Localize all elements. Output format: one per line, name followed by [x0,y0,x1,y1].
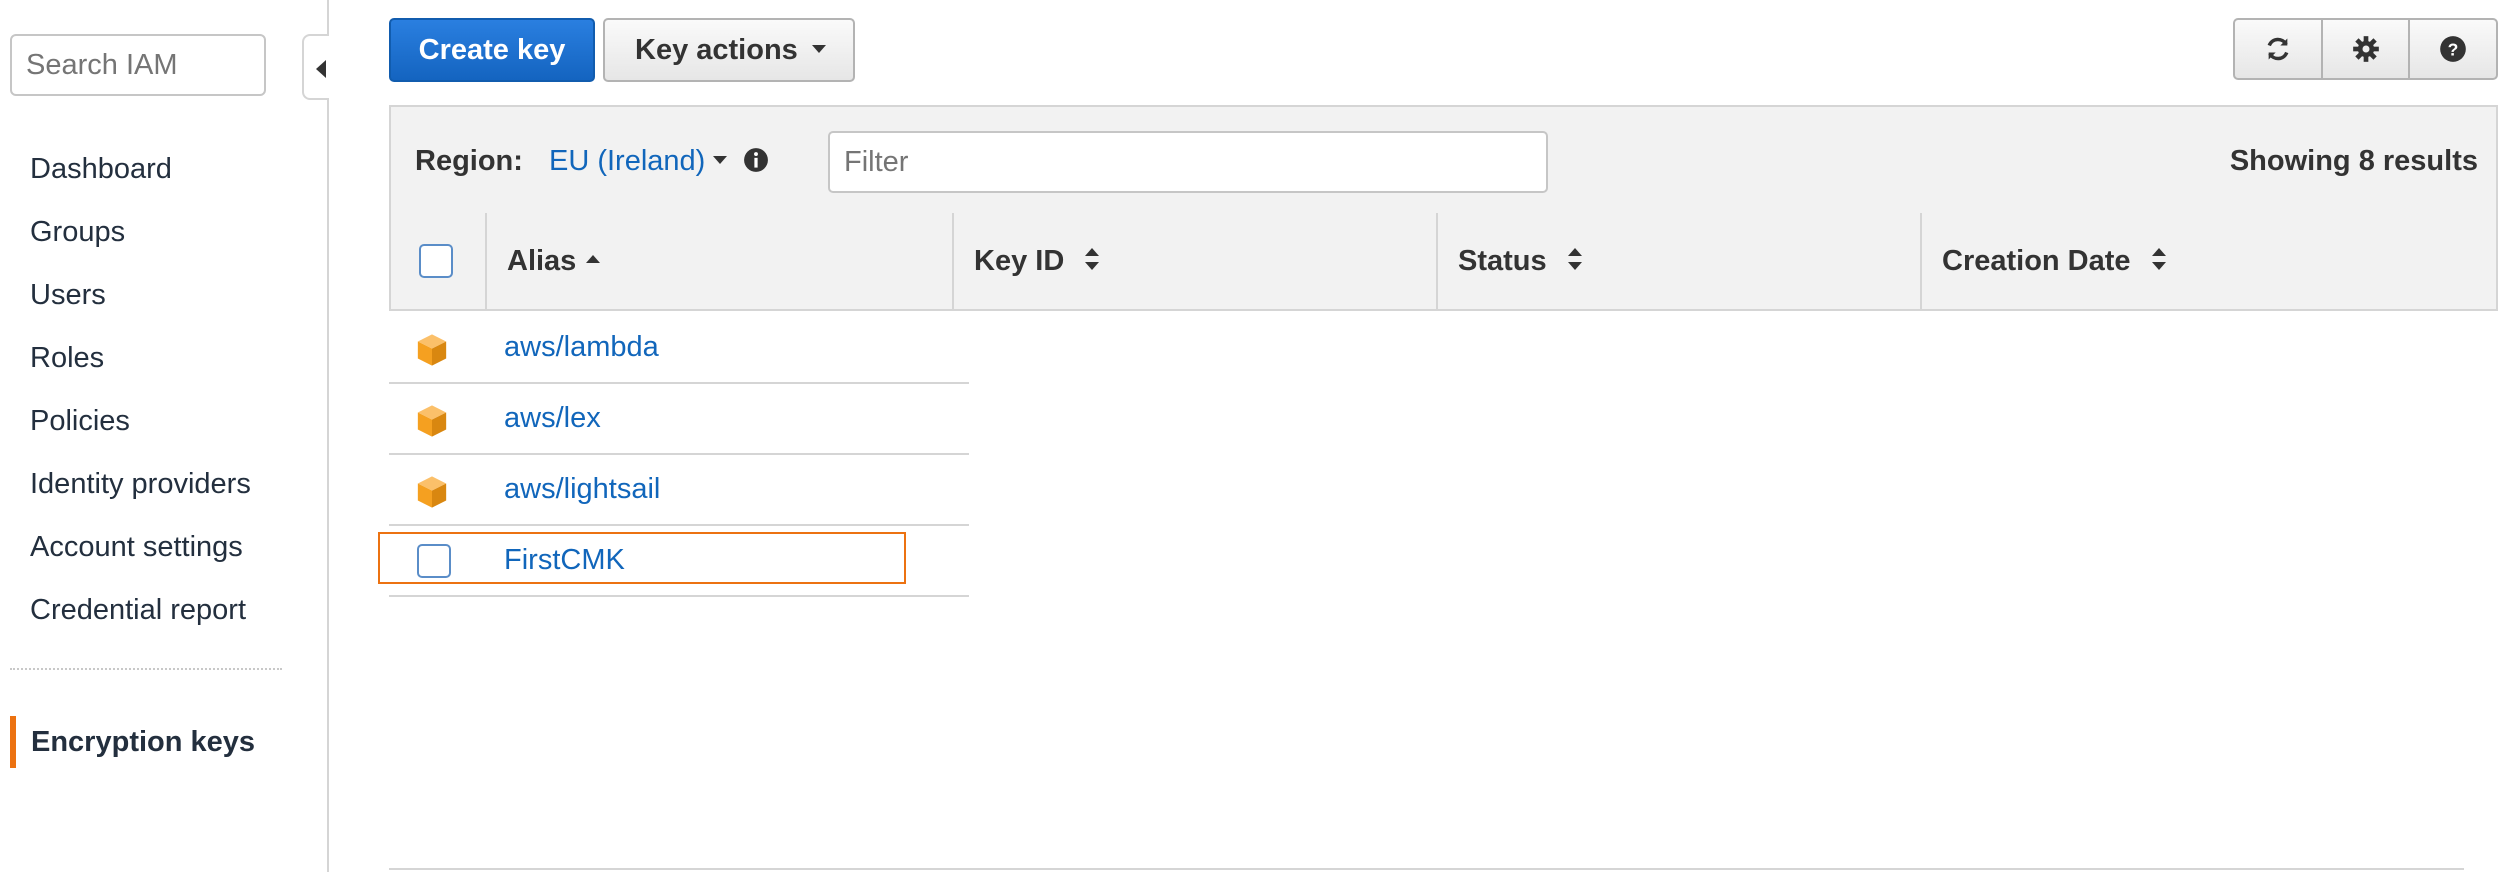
key-actions-label: Key actions [635,34,798,66]
column-label: Key ID [974,245,1065,277]
column-label: Alias [507,245,577,277]
sort-icon [1085,248,1100,271]
info-icon[interactable] [743,147,769,173]
help-button[interactable]: ? [2410,20,2496,78]
sidebar-collapse-button[interactable] [302,34,329,100]
alias-link[interactable]: aws/lightsail [504,473,660,506]
select-all-checkbox[interactable] [419,244,453,278]
key-actions-button[interactable]: Key actions [603,18,855,82]
aws-managed-key-icon [417,405,447,437]
column-header-alias[interactable]: Alias [487,213,954,309]
region-label: Region: [415,145,523,177]
gear-icon [2352,36,2379,62]
sidebar-divider [10,668,282,670]
sort-icon [2151,248,2166,271]
sidebar-item-dashboard[interactable]: Dashboard [0,138,290,201]
filter-bar: Region: EU (Ireland) Showing 8 results [389,105,2498,215]
caret-down-icon [713,156,728,165]
refresh-icon [2267,37,2289,61]
alias-link[interactable]: aws/lex [504,402,601,435]
sidebar-item-encryption-keys[interactable]: Encryption keys [10,716,255,768]
svg-text:?: ? [2448,39,2459,59]
sidebar-item-roles[interactable]: Roles [0,327,290,390]
column-header-key-id[interactable]: Key ID [954,213,1438,309]
caret-down-icon [811,45,826,54]
sort-ascending-icon [586,255,601,264]
sidebar: Dashboard Groups Users Roles Policies Id… [0,0,329,872]
column-label: Creation Date [1942,245,2131,277]
create-key-button[interactable]: Create key [389,18,595,82]
table-row: aws/lightsail [389,455,969,526]
sidebar-item-identity-providers[interactable]: Identity providers [0,453,290,516]
aws-managed-key-icon [417,334,447,366]
sidebar-nav: Dashboard Groups Users Roles Policies Id… [0,138,290,642]
sidebar-item-policies[interactable]: Policies [0,390,290,453]
search-input[interactable] [10,34,266,96]
region-selector[interactable]: EU (Ireland) [549,145,728,178]
iam-encryption-keys-page: Dashboard Groups Users Roles Policies Id… [0,0,2510,872]
help-icon: ? [2440,36,2467,62]
region-value: EU (Ireland) [549,145,706,177]
column-header-creation-date[interactable]: Creation Date [1922,213,2496,309]
column-header-status[interactable]: Status [1438,213,1922,309]
sort-icon [1567,248,1582,271]
aws-managed-key-icon [417,476,447,508]
sidebar-item-account-settings[interactable]: Account settings [0,516,290,579]
table-bottom-border [389,868,2464,870]
sidebar-item-groups[interactable]: Groups [0,201,290,264]
alias-link[interactable]: aws/lambda [504,331,659,364]
highlight-box [378,532,906,584]
refresh-button[interactable] [2235,20,2323,78]
sidebar-item-users[interactable]: Users [0,264,290,327]
filter-input[interactable] [828,131,1548,193]
select-all-cell [391,213,487,309]
table-header: Alias Key ID Status Creation Date [389,213,2498,311]
sidebar-item-credential-report[interactable]: Credential report [0,579,290,642]
results-count: Showing 8 results [2229,145,2478,177]
toolbar-icon-group: ? [2233,18,2498,80]
chevron-left-icon [316,60,326,78]
settings-button[interactable] [2323,20,2411,78]
column-label: Status [1458,245,1547,277]
table-row: aws/lambda [389,313,969,384]
table-row: aws/lex [389,384,969,455]
